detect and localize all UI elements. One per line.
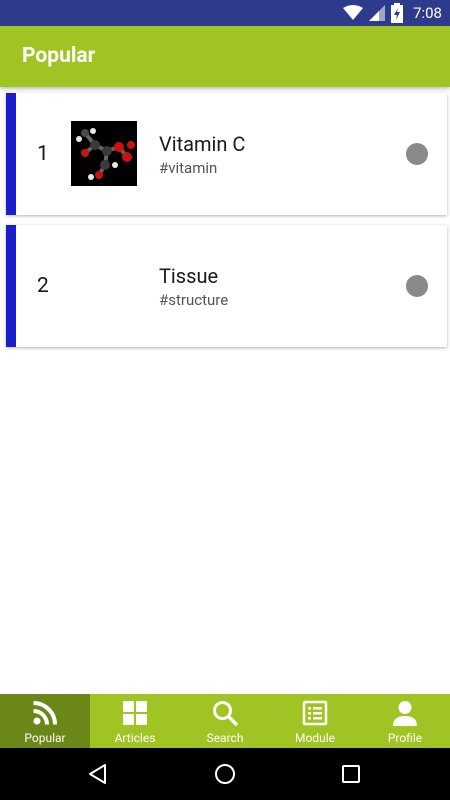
wifi-icon: [343, 5, 364, 20]
item-tag: #structure: [159, 291, 229, 309]
home-icon[interactable]: [213, 762, 237, 786]
nav-item-profile[interactable]: Profile: [360, 694, 450, 748]
battery-icon: [391, 3, 404, 23]
item-tag: #vitamin: [159, 159, 218, 177]
list-item[interactable]: 1 Vitamin C #vitamin: [6, 93, 447, 215]
back-icon[interactable]: [86, 762, 110, 786]
status-time: 7:08: [413, 4, 442, 22]
bottom-nav: Popular Articles Search Module Profile: [0, 694, 450, 748]
rss-icon: [33, 701, 57, 725]
nav-item-popular[interactable]: Popular: [0, 694, 90, 748]
status-bar: 7:08: [0, 0, 450, 26]
search-icon: [213, 701, 238, 726]
card-accent-bar: [6, 225, 16, 347]
system-nav-bar: [0, 748, 450, 800]
list-icon: [302, 700, 328, 726]
app-bar: Popular: [0, 26, 450, 87]
nav-item-module[interactable]: Module: [270, 694, 360, 748]
status-dot: [406, 143, 428, 165]
status-icons: 7:08: [343, 3, 442, 23]
item-rank: 2: [37, 274, 49, 298]
cell-signal-icon: [369, 5, 386, 21]
nav-label: Popular: [24, 731, 66, 745]
nav-label: Search: [206, 731, 244, 745]
list-item[interactable]: 2 Tissue #structure: [6, 225, 447, 347]
grid-icon: [123, 701, 147, 725]
item-title: Vitamin C: [159, 132, 246, 156]
page-title: Popular: [22, 44, 96, 68]
card-accent-bar: [6, 93, 16, 215]
recents-icon[interactable]: [339, 762, 363, 786]
person-icon: [393, 701, 417, 726]
nav-label: Module: [295, 731, 335, 745]
status-dot: [406, 275, 428, 297]
item-rank: 1: [37, 142, 49, 166]
nav-item-search[interactable]: Search: [180, 694, 270, 748]
nav-label: Articles: [114, 731, 156, 745]
molecule-image: [71, 121, 137, 186]
nav-item-articles[interactable]: Articles: [90, 694, 180, 748]
item-title: Tissue: [159, 264, 219, 288]
popular-list: 1 Vitamin C #vitamin 2 Tissue #structure: [6, 93, 447, 357]
nav-label: Profile: [387, 731, 423, 745]
